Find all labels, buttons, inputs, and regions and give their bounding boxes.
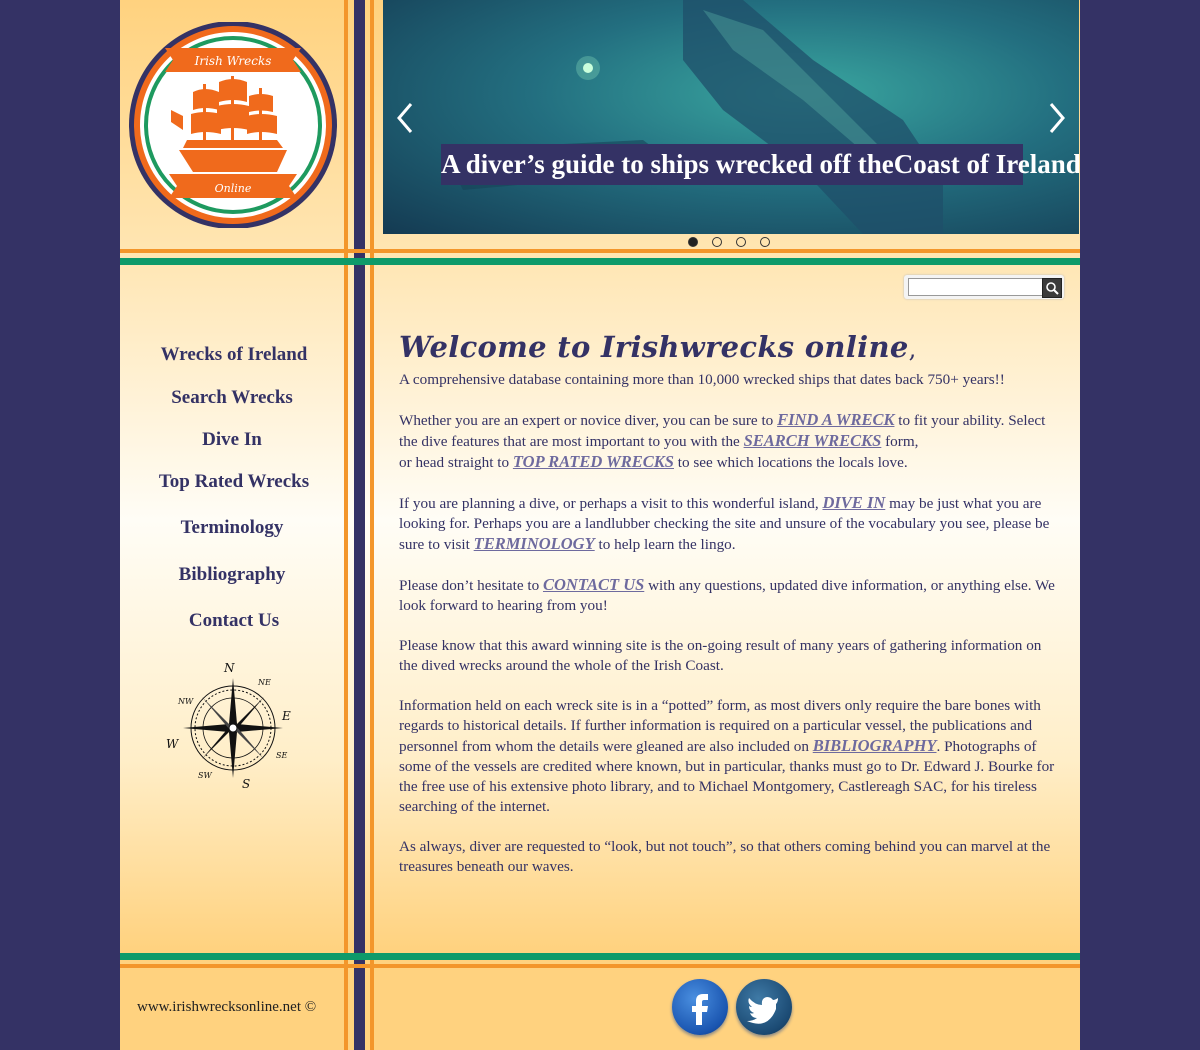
carousel-dot-3[interactable] (736, 237, 746, 247)
facebook-icon (692, 994, 708, 1025)
contact-paragraph: Please don’t hesitate to CONTACT US with… (399, 575, 1055, 614)
svg-text:SE: SE (276, 751, 287, 760)
svg-text:NW: NW (177, 697, 194, 706)
footer-copyright[interactable]: www.irishwrecksonline.net © (137, 999, 337, 1016)
page-container: Irish Wrecks Online A diver’s guide to s… (120, 0, 1080, 1050)
nav-wrecks-of-ireland[interactable]: Wrecks of Ireland (122, 344, 346, 366)
nav-dive-in[interactable]: Dive In (120, 429, 344, 451)
horizontal-orange-stripe-bottom (120, 964, 1080, 968)
search-box (904, 275, 1064, 299)
vertical-orange-stripe-left (344, 0, 348, 1050)
svg-text:NE: NE (257, 678, 271, 687)
page-title-suffix: , (908, 335, 917, 363)
award-paragraph: Please know that this award winning site… (399, 637, 1042, 674)
search-icon (1046, 282, 1059, 295)
contact-us-link[interactable]: CONTACT US (543, 575, 644, 594)
vertical-orange-stripe-right (370, 0, 374, 1050)
carousel-dot-1[interactable] (688, 237, 698, 247)
carousel-dot-4[interactable] (760, 237, 770, 247)
horizontal-green-stripe-top (120, 258, 1080, 265)
nav-top-rated-wrecks[interactable]: Top Rated Wrecks (122, 471, 346, 493)
find-paragraph: Whether you are an expert or novice dive… (399, 410, 1046, 471)
chevron-left-icon (397, 103, 413, 133)
svg-text:SW: SW (198, 771, 212, 780)
terminology-link[interactable]: TERMINOLOGY (474, 534, 595, 553)
nav-contact-us[interactable]: Contact Us (122, 610, 346, 632)
search-input[interactable] (908, 278, 1043, 296)
search-wrecks-link[interactable]: SEARCH WRECKS (744, 431, 882, 450)
carousel-dot-2[interactable] (712, 237, 722, 247)
shipwreck-image (443, 0, 943, 234)
svg-text:E: E (281, 709, 291, 723)
horizontal-orange-stripe-top (120, 249, 1080, 253)
main-content: Welcome to Irishwrecks online, A compreh… (399, 330, 1059, 897)
carousel-next-button[interactable] (1045, 100, 1069, 136)
banner-tagline: A diver’s guide to ships wrecked off the… (441, 144, 1079, 185)
information-paragraph: Information held on each wreck site is i… (399, 697, 1055, 815)
twitter-button[interactable] (736, 979, 792, 1035)
top-rated-wrecks-link[interactable]: TOP RATED WRECKS (513, 452, 674, 471)
nav-terminology[interactable]: Terminology (120, 517, 344, 539)
nav-search-wrecks[interactable]: Search Wrecks (120, 387, 344, 409)
nav-bibliography[interactable]: Bibliography (120, 564, 344, 586)
logo-top-text: Irish Wrecks (194, 54, 272, 68)
site-logo[interactable]: Irish Wrecks Online (127, 22, 339, 228)
page-title: Welcome to Irishwrecks online, (399, 330, 1059, 364)
svg-text:W: W (166, 737, 180, 751)
search-button[interactable] (1042, 278, 1062, 298)
carousel-prev-button[interactable] (393, 100, 417, 136)
compass-rose-icon: N NE E SE S SW W NW (166, 661, 291, 790)
hero-banner: A diver’s guide to ships wrecked off the… (383, 0, 1079, 234)
dive-paragraph: If you are planning a dive, or perhaps a… (399, 493, 1050, 553)
svg-text:N: N (223, 661, 235, 675)
horizontal-green-stripe-bottom (120, 953, 1080, 960)
vertical-navy-stripe (354, 0, 365, 1050)
chevron-right-icon (1049, 103, 1065, 133)
svg-text:S: S (242, 777, 250, 790)
dive-in-link[interactable]: DIVE IN (822, 493, 885, 512)
logo-bottom-text: Online (215, 182, 252, 195)
find-a-wreck-link[interactable]: FIND A WRECK (777, 410, 894, 429)
closing-paragraph: As always, diver are requested to “look,… (399, 838, 1051, 875)
bibliography-link[interactable]: BIBLIOGRAPHY (813, 736, 937, 755)
page-title-text: Welcome to Irishwrecks online (399, 330, 909, 364)
facebook-button[interactable] (672, 979, 728, 1035)
twitter-icon (747, 997, 778, 1024)
intro-paragraph: A comprehensive database containing more… (399, 371, 1005, 388)
